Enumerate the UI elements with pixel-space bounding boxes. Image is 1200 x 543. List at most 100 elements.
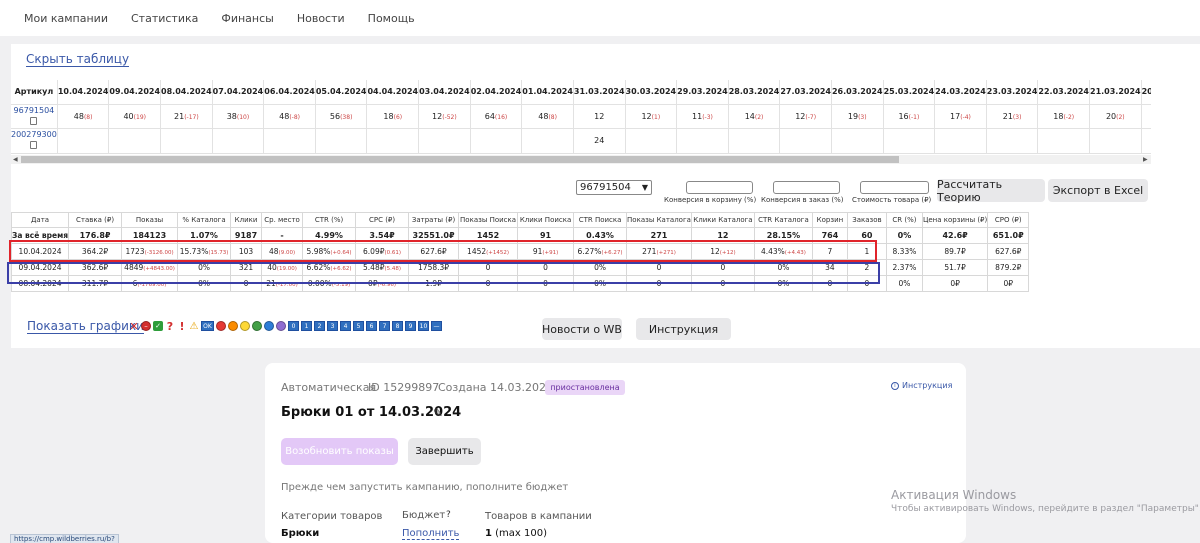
budget-help-icon[interactable]: ? [446,510,451,520]
color-circle-icon[interactable] [216,321,226,331]
position-cell: 12(-52) [418,104,471,129]
windows-activation-title: Активация Windows [891,488,1017,502]
calculate-theory-button[interactable]: Рассчитать Теорию [937,178,1045,204]
nav-item-3[interactable]: Новости [297,12,345,25]
copy-icon[interactable] [30,141,38,149]
copy-icon[interactable] [30,116,38,125]
color-circle-icon[interactable] [276,321,286,331]
number-4-icon[interactable]: 4 [340,321,351,331]
nav-item-0[interactable]: Мои кампании [24,12,108,25]
stats-total-cell: 42.6₽ [921,227,989,244]
products-label: Товаров в кампании [485,511,592,522]
instruction-link[interactable]: i Инструкция [891,381,952,390]
scroll-left-icon[interactable]: ◀ [13,156,18,163]
date-grid-header-cell: 09.04.2024 [108,80,162,105]
ok-icon[interactable]: OK [201,321,214,331]
stats-header-cell[interactable]: % Каталога [177,212,232,228]
position-cell [1089,128,1142,154]
table-row: 96791504 48(8) 40(19) 21(-17) 38(10) 48(-8) 56… [11,104,1151,129]
exclamation-icon[interactable]: ! [177,320,187,333]
position-cell: 18(-2) [1037,104,1090,129]
show-graphs-link[interactable]: Показать графики [27,320,144,334]
pencil-icon[interactable]: ✎ [433,406,443,420]
position-cell [366,128,420,154]
color-circle-icon[interactable] [228,321,238,331]
stats-header-cell[interactable]: CPC (₽) [355,212,410,228]
stats-header-cell[interactable]: Клики Поиска [517,212,575,228]
question-icon[interactable]: ? [165,320,175,333]
product-cost-input[interactable] [860,181,929,194]
cross-icon[interactable]: ✕ [129,320,139,333]
number-2-icon[interactable]: 2 [314,321,325,331]
nav-item-1[interactable]: Статистика [131,12,198,25]
stats-header-cell[interactable]: Цена корзины (₽) [921,212,989,228]
scroll-thumb[interactable] [21,156,899,163]
number-10-icon[interactable]: 10 [418,321,429,331]
number-9-icon[interactable]: 9 [405,321,416,331]
article-link[interactable]: 96791504 [11,106,56,116]
no-entry-icon[interactable]: – [141,321,151,331]
conversion-order-input[interactable] [773,181,840,194]
news-wb-button[interactable]: Новости о WB [542,318,622,340]
number-0-icon[interactable]: 0 [288,321,299,331]
stats-header-cell[interactable]: Дата [10,212,70,228]
highlight-blue-frame [7,262,880,284]
finish-button[interactable]: Завершить [408,438,481,465]
stats-header-cell[interactable]: Ср. место [261,212,304,228]
position-cell: 17(-4) [934,104,987,129]
stats-header-cell[interactable]: CTR Каталога [753,212,813,228]
stats-header-cell[interactable]: CR (%) [885,212,923,228]
color-circle-icon[interactable] [264,321,274,331]
position-cell [470,128,523,154]
position-delta: (-8) [289,113,300,121]
stats-header-cell[interactable]: Корзин [811,212,848,228]
date-grid-header-cell: 27.03.2024 [779,80,832,105]
top-up-link[interactable]: Пополнить [402,528,460,540]
stats-header-cell[interactable]: Клики [230,212,263,228]
position-cell: 12 [573,104,626,129]
article-link[interactable]: 200279300 [11,130,56,140]
stats-cell: 0% [885,275,923,292]
stats-header-cell[interactable]: CTR Поиска [573,212,628,228]
color-circle-icon[interactable] [252,321,262,331]
date-grid-header-cell: 03.04.2024 [418,80,471,105]
number-8-icon[interactable]: 8 [392,321,403,331]
date-grid-header-cell: 24.03.2024 [934,80,987,105]
article-select[interactable]: 96791504 ▼ [576,180,652,195]
warning-icon[interactable]: ⚠ [189,321,199,332]
budget-hint: Прежде чем запустить кампанию, пополните… [281,482,569,493]
instruction-button[interactable]: Инструкция [636,318,731,340]
stats-header-cell[interactable]: Клики Каталога [690,212,755,228]
number-7-icon[interactable]: 7 [379,321,390,331]
horizontal-scrollbar[interactable]: ◀ ▶ [11,155,1151,164]
stats-header-cell[interactable]: Заказов [846,212,887,228]
stats-header-cell[interactable]: Показы [121,212,179,228]
position-cell [934,128,987,154]
date-grid-header-cell: 28.03.2024 [728,80,781,105]
stats-header-cell[interactable]: Показы Поиска [458,212,519,228]
number-6-icon[interactable]: 6 [366,321,377,331]
conversion-cart-input[interactable] [686,181,753,194]
position-cell [986,128,1039,154]
resume-shows-button[interactable]: Возобновить показы [281,438,398,465]
export-excel-button[interactable]: Экспорт в Excel [1048,179,1148,202]
article-cell[interactable]: 200279300 [11,128,58,154]
hide-table-link[interactable]: Скрыть таблицу [26,52,130,67]
stats-header-cell[interactable]: Показы Каталога [626,212,692,228]
number-5-icon[interactable]: 5 [353,321,364,331]
stats-header-cell[interactable]: CPO (₽) [987,212,1030,228]
nav-item-4[interactable]: Помощь [368,12,415,25]
position-cell: 64(16) [470,104,523,129]
stats-header-cell[interactable]: Ставка (₽) [68,212,123,228]
stats-header-cell[interactable]: CTR (%) [302,212,357,228]
stats-cell: 0₽ [921,275,989,292]
article-cell[interactable]: 96791504 [11,104,58,129]
check-icon[interactable]: ✓ [153,321,163,331]
color-circle-icon[interactable] [240,321,250,331]
stats-header-cell[interactable]: Затраты (₽) [408,212,460,228]
scroll-right-icon[interactable]: ▶ [1143,156,1148,163]
number-1-icon[interactable]: 1 [301,321,312,331]
nav-item-2[interactable]: Финансы [221,12,273,25]
minus-icon[interactable]: — [431,321,442,331]
number-3-icon[interactable]: 3 [327,321,338,331]
